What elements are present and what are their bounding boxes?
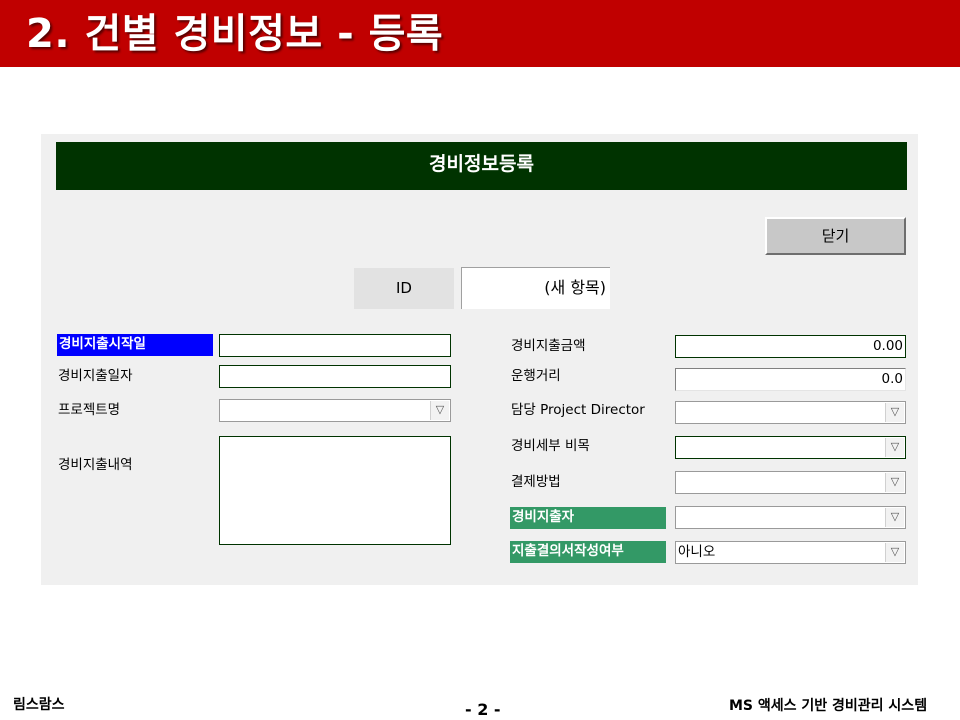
start-date-input[interactable] [219, 334, 451, 357]
footer-company: 림스람스 [13, 697, 65, 713]
approval-label: 지출결의서작성여부 [510, 541, 666, 563]
category-combo[interactable]: ▽ [675, 436, 906, 459]
expense-detail-textarea[interactable] [219, 436, 451, 545]
project-combo[interactable]: ▽ [219, 399, 451, 422]
id-field[interactable]: (새 항목) [461, 267, 610, 309]
footer-system-name: MS 액세스 기반 경비관리 시스템 [729, 698, 928, 714]
chevron-down-icon[interactable]: ▽ [430, 401, 449, 420]
expense-date-input[interactable] [219, 365, 451, 388]
slide-title: 2. 건별 경비정보 - 등록 [26, 11, 444, 57]
distance-label: 운행거리 [511, 368, 561, 384]
payment-combo[interactable]: ▽ [675, 471, 906, 494]
expense-date-label: 경비지출일자 [58, 368, 133, 384]
page-number: - 2 - [465, 700, 501, 719]
project-label: 프로젝트명 [58, 402, 121, 418]
category-label: 경비세부 비목 [511, 438, 590, 454]
distance-input[interactable]: 0.0 [675, 368, 906, 391]
chevron-down-icon[interactable]: ▽ [885, 438, 904, 457]
payment-label: 결제방법 [511, 474, 561, 490]
chevron-down-icon[interactable]: ▽ [885, 403, 904, 422]
spender-label: 경비지출자 [510, 507, 666, 529]
amount-label: 경비지출금액 [511, 338, 586, 354]
chevron-down-icon[interactable]: ▽ [885, 508, 904, 527]
close-button[interactable]: 닫기 [765, 217, 906, 255]
id-label: ID [354, 268, 454, 309]
chevron-down-icon[interactable]: ▽ [885, 473, 904, 492]
director-label: 담당 Project Director [511, 402, 645, 418]
form-title: 경비정보등록 [429, 153, 534, 175]
amount-input[interactable]: 0.00 [675, 335, 906, 358]
chevron-down-icon[interactable]: ▽ [885, 543, 904, 562]
approval-combo-value: 아니오 [678, 544, 716, 560]
expense-detail-label: 경비지출내역 [58, 457, 133, 473]
approval-combo[interactable]: 아니오 ▽ [675, 541, 906, 564]
start-date-label: 경비지출시작일 [57, 334, 213, 356]
spender-combo[interactable]: ▽ [675, 506, 906, 529]
director-combo[interactable]: ▽ [675, 401, 906, 424]
